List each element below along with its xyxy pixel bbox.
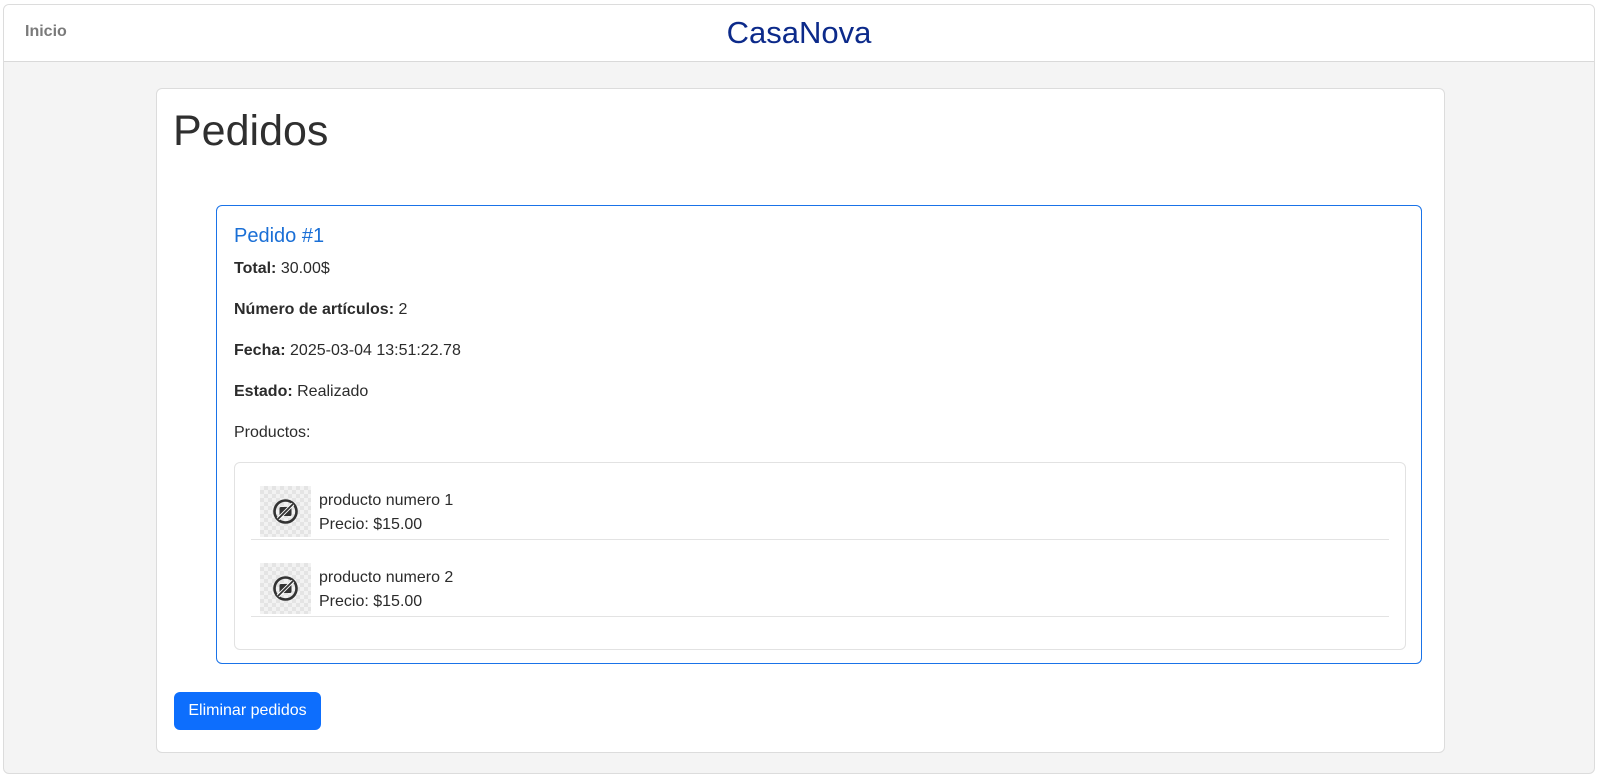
- order-date: Fecha: 2025-03-04 13:51:22.78: [234, 341, 461, 361]
- product-price: Precio: $15.00: [319, 593, 423, 610]
- order-title: Pedido #1: [234, 225, 325, 247]
- order-total-label: Total:: [234, 260, 277, 277]
- order-item-count: Número de artículos: 2: [234, 300, 407, 320]
- order-card: Pedido #1 Total: 30.00$ Número de artícu…: [216, 205, 1422, 664]
- delete-orders-button[interactable]: Eliminar pedidos: [174, 692, 321, 730]
- image-unavailable-icon: [273, 576, 298, 601]
- product-image: [260, 486, 311, 537]
- product-name: producto numero 2: [319, 569, 454, 586]
- order-item-count-value: 2: [398, 301, 408, 318]
- image-unavailable-icon: [273, 499, 298, 524]
- order-total-value: 30.00$: [280, 260, 330, 277]
- order-total: Total: 30.00$: [234, 259, 330, 279]
- brand-title: CasaNova: [726, 15, 872, 50]
- order-date-label: Fecha:: [234, 342, 286, 359]
- order-status: Estado: Realizado: [234, 382, 368, 402]
- list-item: producto numero 2 Precio: $15.00: [251, 540, 1389, 617]
- page-title: Pedidos: [173, 107, 329, 155]
- order-status-value: Realizado: [297, 383, 369, 400]
- order-date-value: 2025-03-04 13:51:22.78: [290, 342, 461, 359]
- product-price: Precio: $15.00: [319, 516, 423, 533]
- products-heading: Productos:: [234, 424, 311, 441]
- list-item: producto numero 1 Precio: $15.00: [251, 463, 1389, 540]
- product-image: [260, 563, 311, 614]
- order-item-count-label: Número de artículos:: [234, 301, 395, 318]
- app-window: Inicio CasaNova Pedidos Pedido #1 Total:…: [3, 4, 1595, 774]
- order-status-label: Estado:: [234, 383, 293, 400]
- navbar: Inicio CasaNova: [4, 5, 1594, 62]
- product-name: producto numero 1: [319, 492, 454, 509]
- products-list: producto numero 1 Precio: $15.00 product…: [234, 462, 1406, 650]
- orders-panel: Pedidos Pedido #1 Total: 30.00$ Número d…: [156, 88, 1445, 753]
